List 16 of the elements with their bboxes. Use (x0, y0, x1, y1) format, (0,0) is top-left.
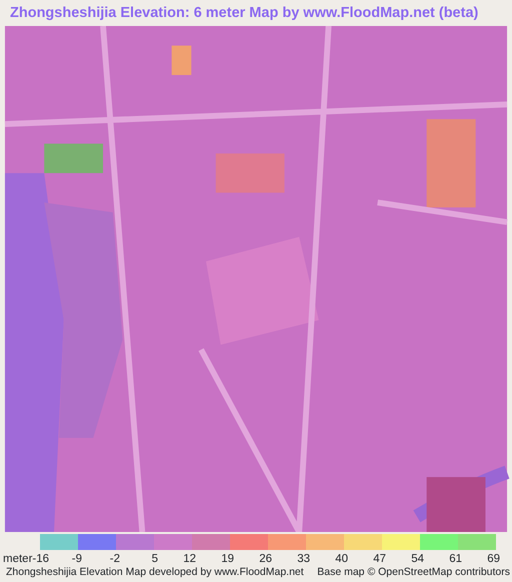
map-title: Zhongsheshijia Elevation: 6 meter Map by www.FloodMap.net (beta) (9, 4, 480, 23)
legend-label: 33 (296, 553, 310, 566)
legend-label: 5 (150, 553, 158, 566)
legend-label: 26 (258, 553, 272, 566)
credit-text: Zhongsheshijia Elevation Map developed by www.FloodMap.net (6, 566, 304, 578)
legend-label: 19 (220, 553, 234, 566)
legend-label: 54 (410, 553, 424, 566)
legend-label: -16 (32, 553, 50, 566)
legend-label: 69 (486, 553, 500, 566)
legend-label: -2 (108, 553, 120, 566)
legend-label: 47 (372, 553, 386, 566)
legend-label: 12 (182, 553, 196, 566)
legend-label: 61 (448, 553, 462, 566)
attribution-text: Base map © OpenStreetMap contributors (317, 566, 510, 578)
legend-unit: meter (3, 553, 32, 566)
legend-label: 40 (334, 553, 348, 566)
